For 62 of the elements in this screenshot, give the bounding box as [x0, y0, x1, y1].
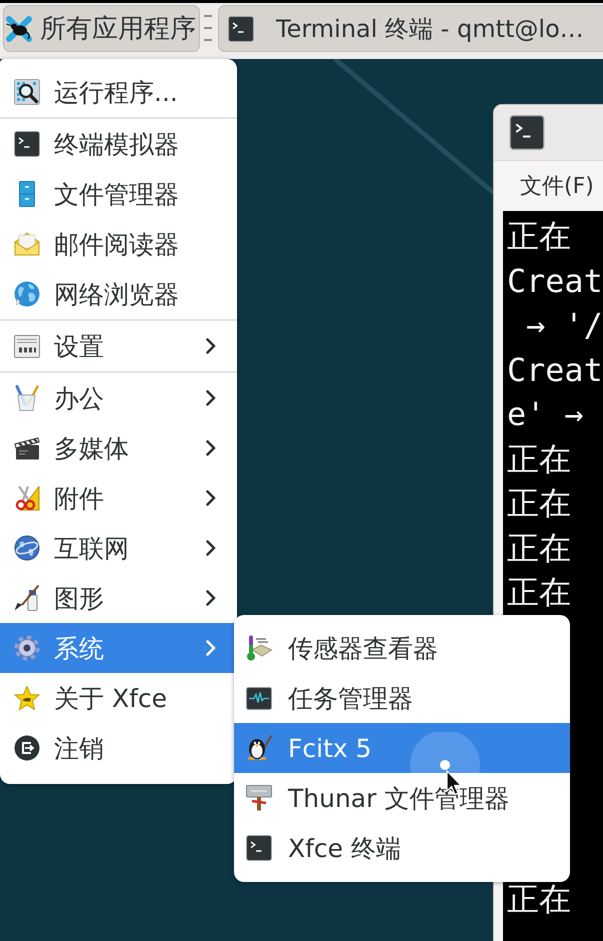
chevron-icon	[206, 590, 216, 606]
menu-item[interactable]: 图形	[0, 573, 237, 623]
chevron-icon	[206, 490, 216, 506]
clapperboard-icon	[14, 436, 40, 460]
paintbrush-icon	[14, 585, 40, 611]
mouse-logo-icon	[5, 14, 33, 42]
chevron-icon	[206, 440, 216, 456]
terminal-line: 正在	[507, 880, 571, 920]
menu-item[interactable]: 运行程序...	[0, 67, 237, 117]
menu-item[interactable]: 邮件阅读器	[0, 219, 237, 269]
menu-item[interactable]: 附件	[0, 473, 237, 523]
penguin-icon	[246, 735, 272, 761]
globe-icon	[14, 281, 40, 307]
terminal-icon	[246, 835, 272, 861]
menu-item[interactable]: 文件管理器	[0, 169, 237, 219]
chevron-icon	[206, 540, 216, 556]
terminal-line: → '/	[525, 306, 603, 346]
chevron-icon	[206, 338, 216, 354]
terminal-line: Creat	[507, 262, 603, 302]
taskbar-button[interactable]: Terminal 终端 - qmtt@lo…	[218, 5, 603, 52]
menu-item[interactable]: 多媒体	[0, 423, 237, 473]
menu-item[interactable]: 关于 Xfce	[0, 673, 237, 723]
file-cabinet-icon	[19, 181, 35, 207]
menu-item[interactable]: Xfce 终端	[234, 823, 570, 873]
menu-item[interactable]: 系统	[0, 623, 237, 673]
control-panel-icon	[14, 334, 40, 358]
chevron-icon	[206, 390, 216, 406]
terminal-line: 正在	[507, 484, 571, 524]
panel-handle-icon	[204, 15, 212, 41]
menu-item[interactable]: Fcitx 5	[234, 723, 570, 773]
globe-icon	[14, 535, 40, 561]
menu-item[interactable]: 终端模拟器	[0, 119, 237, 169]
menu-item[interactable]: 注销	[0, 723, 237, 773]
menu-item[interactable]: 文件(F)	[520, 171, 594, 201]
magnifier-icon	[14, 79, 40, 105]
terminal-icon	[14, 131, 40, 157]
terminal-line: 正在	[507, 440, 571, 480]
terminal-line: 正在	[507, 528, 571, 568]
menu-item[interactable]: 任务管理器	[234, 673, 570, 723]
menu-item[interactable]: 互联网	[0, 523, 237, 573]
menu-item[interactable]: 办公	[0, 373, 237, 423]
envelope-icon	[14, 232, 40, 256]
terminal-line: 正在	[507, 573, 571, 613]
star-icon	[14, 686, 40, 710]
menu-item[interactable]: 传感器查看器	[234, 623, 570, 673]
scissors-ruler-icon	[14, 486, 40, 510]
menu-item[interactable]: 设置	[0, 321, 237, 371]
menu-item[interactable]: 网络浏览器	[0, 269, 237, 319]
terminal-line: 正在	[507, 217, 571, 257]
pulse-monitor-icon	[246, 686, 272, 710]
terminal-icon	[228, 16, 254, 42]
chevron-icon	[206, 640, 216, 656]
gear-icon	[14, 635, 40, 661]
thermometer-chip-icon	[246, 635, 272, 661]
applications-menu-button[interactable]: 所有应用程序	[3, 5, 200, 52]
logout-icon	[14, 735, 40, 761]
terminal-line: e' →	[507, 395, 584, 435]
terminal-icon	[509, 115, 545, 150]
terminal-line: Creat	[507, 350, 603, 390]
pen-cup-icon	[14, 385, 40, 411]
touch-indicator-icon	[410, 732, 480, 773]
signpost-icon	[246, 785, 272, 811]
